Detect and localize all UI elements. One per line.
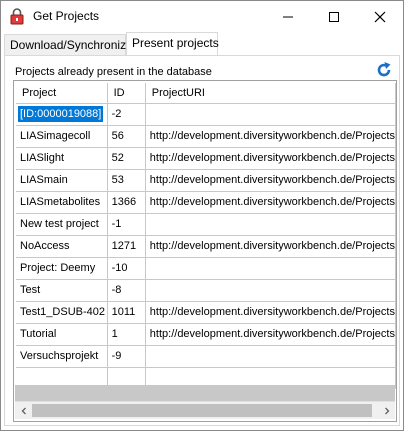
tab-strip: Download/Synchronize Present projects xyxy=(4,32,400,55)
uri-cell[interactable] xyxy=(145,257,396,280)
table-row[interactable]: LIASmetabolites 1366 http://development.… xyxy=(16,191,396,214)
chevron-left-icon xyxy=(21,407,26,414)
id-cell[interactable]: 1 xyxy=(107,323,146,346)
project-cell[interactable]: LIASmetabolites xyxy=(16,191,108,214)
uri-cell[interactable] xyxy=(145,213,396,236)
uri-cell[interactable]: http://development.diversityworkbench.de… xyxy=(145,235,396,258)
table-row[interactable]: Project: Deemy -10 xyxy=(16,257,396,280)
id-cell[interactable]: 52 xyxy=(107,147,146,170)
project-cell[interactable]: LIASmain xyxy=(16,169,108,192)
id-cell[interactable]: 1271 xyxy=(107,235,146,258)
project-cell[interactable]: Project: Deemy xyxy=(16,257,108,280)
id-cell[interactable]: -10 xyxy=(107,257,146,280)
column-header-id[interactable]: ID xyxy=(107,83,146,104)
uri-cell[interactable]: http://development.diversityworkbench.de… xyxy=(145,169,396,192)
project-cell[interactable]: Test1_DSUB-402 xyxy=(16,301,108,324)
projects-grid[interactable]: Project ID ProjectURI [ID:0000019088] -2… xyxy=(13,80,397,422)
table-row[interactable]: Test -8 xyxy=(16,279,396,302)
close-icon xyxy=(374,11,386,22)
project-cell[interactable]: Test xyxy=(16,279,108,302)
panel-caption: Projects already present in the database xyxy=(15,66,212,78)
project-cell[interactable]: LIASlight xyxy=(16,147,108,170)
project-cell[interactable]: Versuchsprojekt xyxy=(16,345,108,368)
present-projects-panel: Projects already present in the database… xyxy=(4,55,400,426)
uri-cell[interactable] xyxy=(145,103,396,126)
horizontal-scrollbar[interactable] xyxy=(15,401,395,419)
table-row[interactable]: LIASlight 52 http://development.diversit… xyxy=(16,147,396,170)
scroll-right-button[interactable] xyxy=(378,402,395,419)
maximize-icon xyxy=(329,11,339,22)
id-cell[interactable]: 1011 xyxy=(107,301,146,324)
uri-cell[interactable]: http://development.diversityworkbench.de… xyxy=(145,125,396,148)
table-row[interactable]: New test project -1 xyxy=(16,213,396,236)
header-row: Project ID ProjectURI xyxy=(16,83,396,104)
projects-table: Project ID ProjectURI [ID:0000019088] -2… xyxy=(16,83,396,389)
minimize-button[interactable] xyxy=(265,1,311,32)
uri-cell[interactable]: http://development.diversityworkbench.de… xyxy=(145,301,396,324)
table-row[interactable]: Tutorial 1 http://development.diversityw… xyxy=(16,323,396,346)
minimize-icon xyxy=(283,16,293,17)
get-projects-window: Get Projects Download/Synchronize Presen… xyxy=(0,0,404,431)
refresh-button[interactable] xyxy=(375,61,393,79)
project-cell[interactable]: [ID:0000019088] xyxy=(16,103,108,126)
id-cell[interactable]: -8 xyxy=(107,279,146,302)
uri-cell[interactable]: http://development.diversityworkbench.de… xyxy=(145,323,396,346)
column-header-projecturi[interactable]: ProjectURI xyxy=(145,83,396,104)
tab-download-synchronize[interactable]: Download/Synchronize xyxy=(4,34,133,55)
id-cell[interactable]: 53 xyxy=(107,169,146,192)
uri-cell[interactable] xyxy=(145,345,396,368)
table-row[interactable]: NoAccess 1271 http://development.diversi… xyxy=(16,235,396,258)
id-cell[interactable]: 56 xyxy=(107,125,146,148)
table-row[interactable]: LIASimagecoll 56 http://development.dive… xyxy=(16,125,396,148)
uri-cell[interactable] xyxy=(145,279,396,302)
maximize-button[interactable] xyxy=(311,1,357,32)
close-button[interactable] xyxy=(357,1,403,32)
project-cell[interactable]: Tutorial xyxy=(16,323,108,346)
title-bar: Get Projects xyxy=(1,1,403,32)
project-cell[interactable]: LIASimagecoll xyxy=(16,125,108,148)
column-header-project[interactable]: Project xyxy=(16,83,108,104)
chevron-right-icon xyxy=(384,407,389,414)
table-row[interactable]: LIASmain 53 http://development.diversity… xyxy=(16,169,396,192)
window-title: Get Projects xyxy=(33,9,100,23)
project-cell[interactable]: NoAccess xyxy=(16,235,108,258)
scrollbar-thumb[interactable] xyxy=(32,404,372,417)
project-cell[interactable]: New test project xyxy=(16,213,108,236)
refresh-icon xyxy=(377,62,391,77)
table-row[interactable]: Test1_DSUB-402 1011 http://development.d… xyxy=(16,301,396,324)
scroll-left-button[interactable] xyxy=(15,402,32,419)
id-cell[interactable]: -2 xyxy=(107,103,146,126)
uri-cell[interactable]: http://development.diversityworkbench.de… xyxy=(145,147,396,170)
lock-icon xyxy=(10,8,24,25)
tab-present-projects[interactable]: Present projects xyxy=(126,32,219,55)
grid-empty-area xyxy=(15,385,395,401)
id-cell[interactable]: -1 xyxy=(107,213,146,236)
uri-cell[interactable]: http://development.diversityworkbench.de… xyxy=(145,191,396,214)
table-row[interactable]: Versuchsprojekt -9 xyxy=(16,345,396,368)
table-row[interactable]: [ID:0000019088] -2 xyxy=(16,103,396,126)
id-cell[interactable]: 1366 xyxy=(107,191,146,214)
id-cell[interactable]: -9 xyxy=(107,345,146,368)
